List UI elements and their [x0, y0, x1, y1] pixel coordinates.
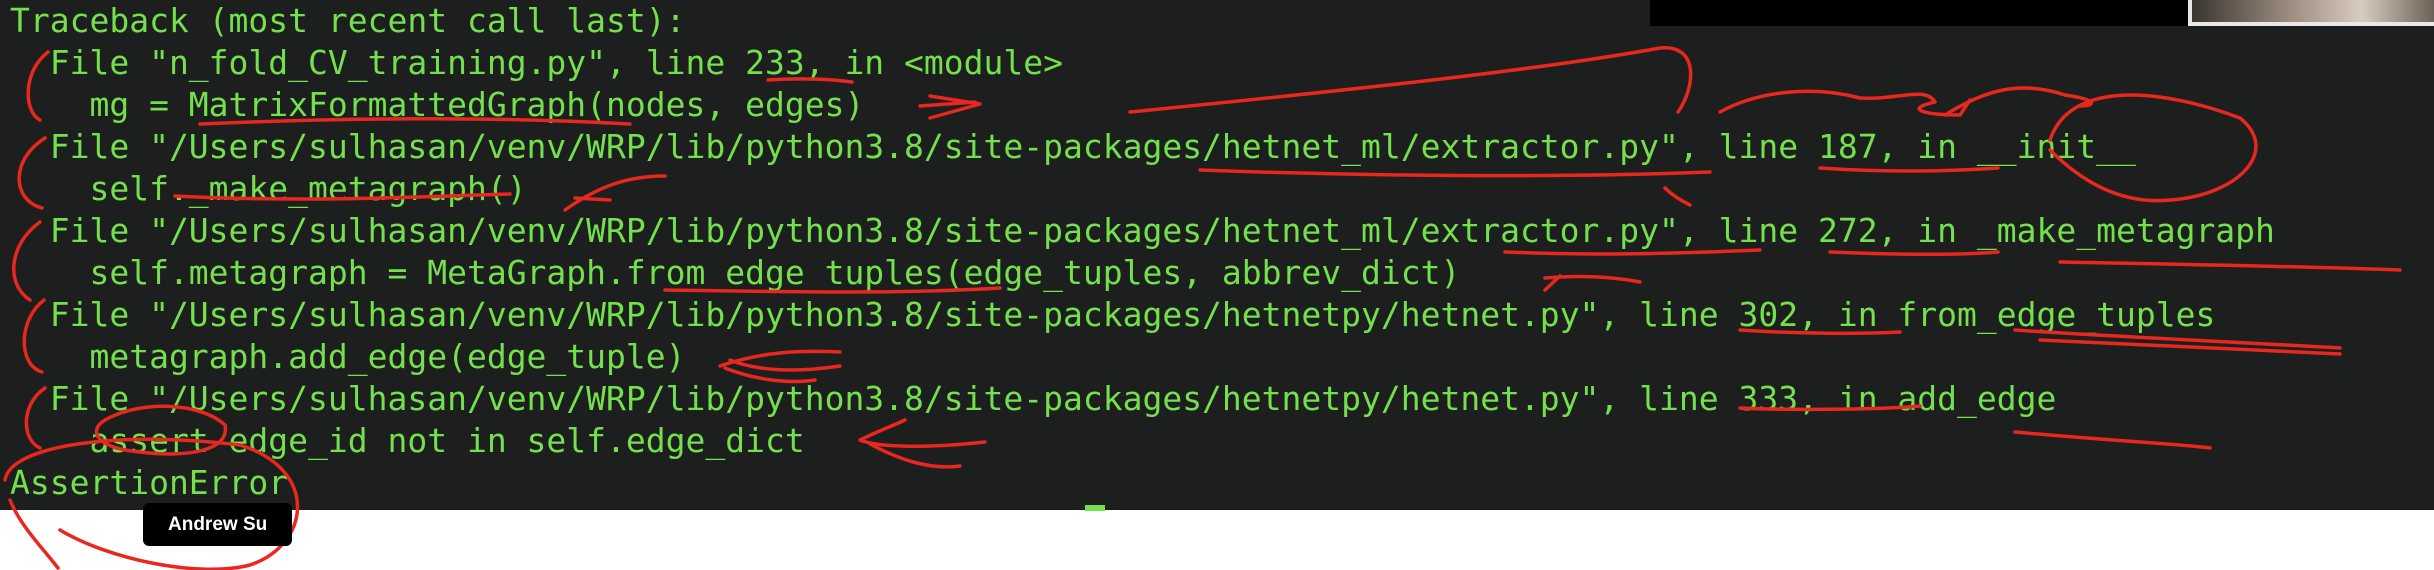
participant-video-thumbnail[interactable]	[2188, 0, 2434, 26]
traceback-code-3: self.metagraph = MetaGraph.from_edge_tup…	[10, 253, 1461, 292]
traceback-code-4: metagraph.add_edge(edge_tuple)	[10, 337, 686, 376]
traceback-frame-4: File "/Users/sulhasan/venv/WRP/lib/pytho…	[10, 295, 2216, 334]
traceback-code-1: mg = MatrixFormattedGraph(nodes, edges)	[10, 85, 865, 124]
traceback-frame-5: File "/Users/sulhasan/venv/WRP/lib/pytho…	[10, 379, 2057, 418]
traceback-frame-1: File "n_fold_CV_training.py", line 233, …	[10, 43, 1063, 82]
participant-name-label: Andrew Su	[143, 503, 293, 546]
terminal-window[interactable]: Traceback (most recent call last): File …	[0, 0, 2434, 511]
terminal-cursor	[1085, 505, 1105, 511]
traceback-code-2: self._make_metagraph()	[10, 169, 527, 208]
traceback-header: Traceback (most recent call last):	[10, 1, 686, 40]
traceback-code-5: assert edge_id not in self.edge_dict	[10, 421, 805, 460]
error-type: AssertionError	[10, 463, 289, 502]
traceback-frame-3: File "/Users/sulhasan/venv/WRP/lib/pytho…	[10, 211, 2275, 250]
traceback-frame-2: File "/Users/sulhasan/venv/WRP/lib/pytho…	[10, 127, 2136, 166]
tail-mark	[8, 498, 60, 570]
